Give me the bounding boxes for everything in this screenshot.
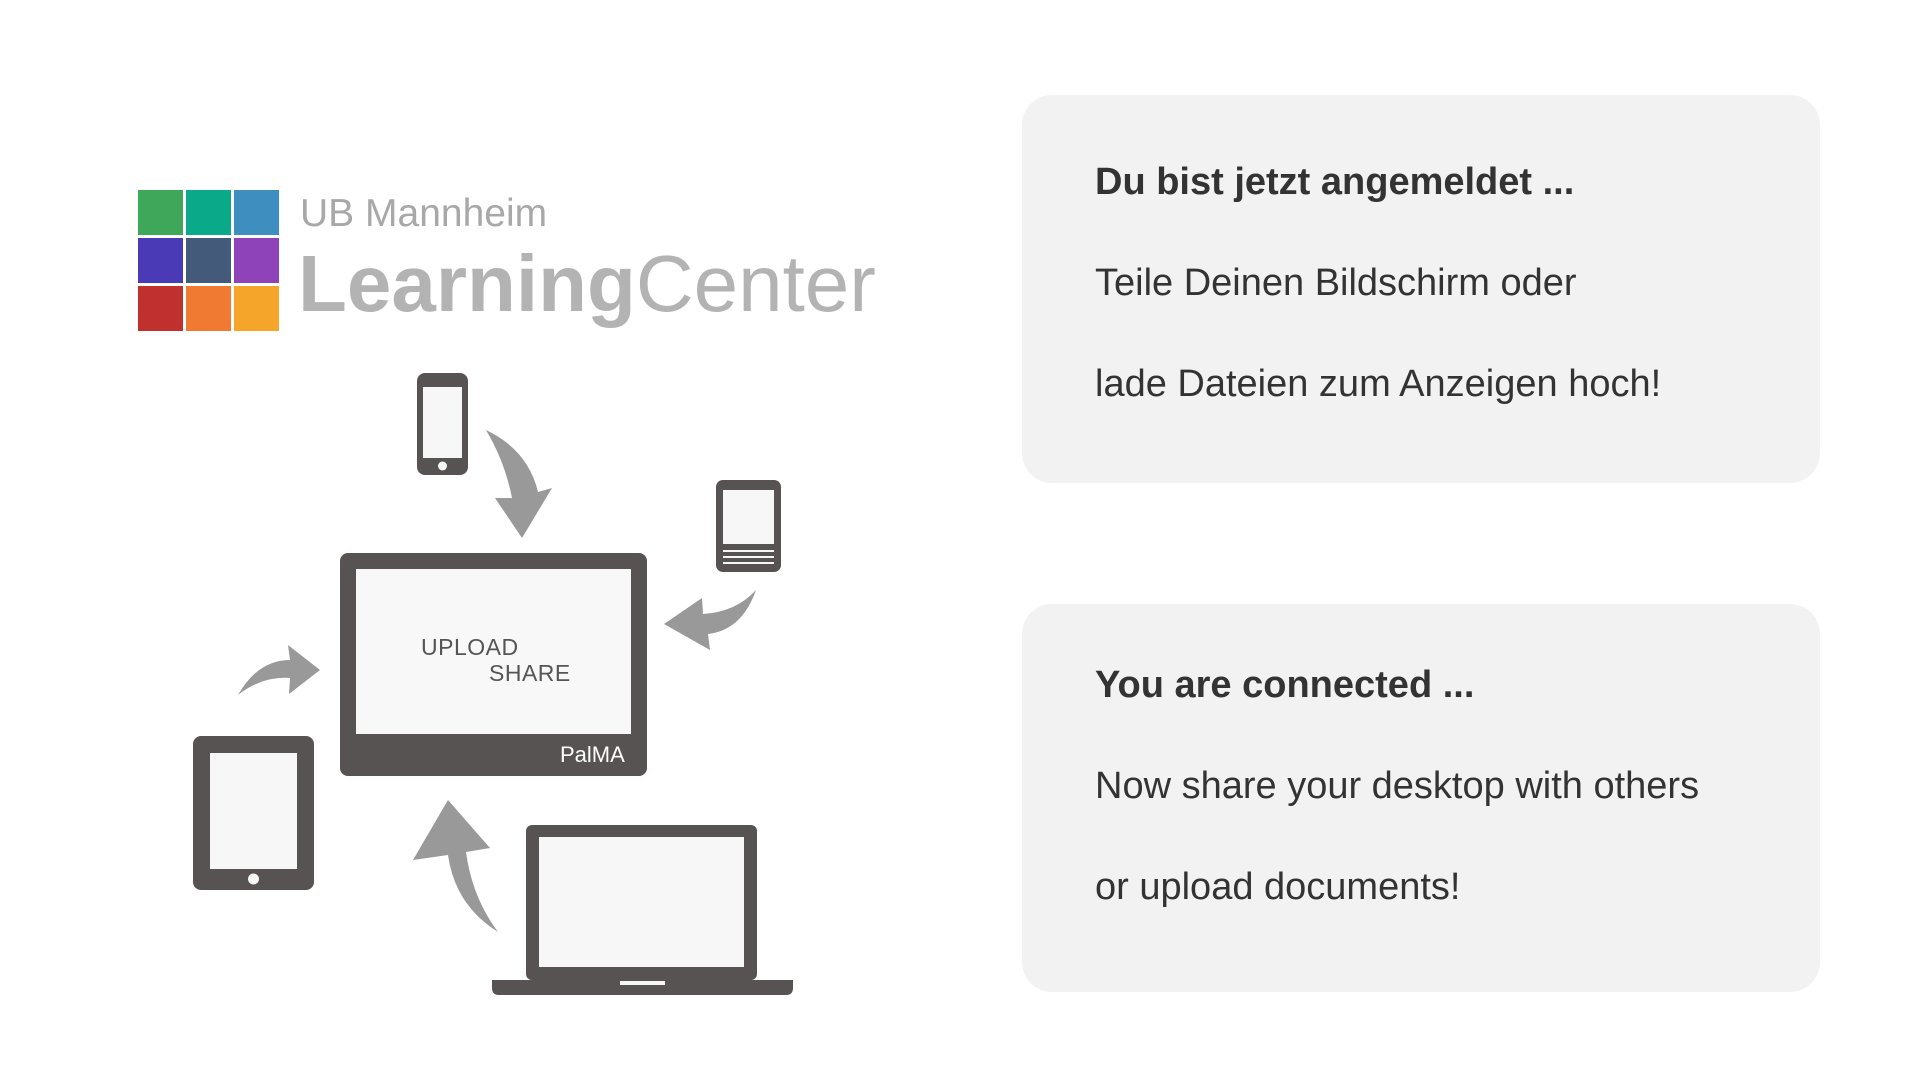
palma-start-screen: UB Mannheim LearningCenter UPLOAD SHARE …	[0, 0, 1920, 1080]
german-card-title: Du bist jetzt angemeldet ...	[1095, 161, 1575, 203]
palma-brand-label: PalMA	[560, 742, 625, 767]
german-card-line-1: Teile Deinen Bildschirm oder	[1095, 262, 1577, 304]
english-message-card: You are connected ... Now share your des…	[1022, 604, 1820, 992]
english-card-line-1: Now share your desktop with others	[1095, 765, 1700, 807]
upload-label: UPLOAD	[421, 634, 519, 660]
arrow-ereader-to-monitor-icon	[664, 590, 756, 650]
arrow-phone-to-monitor-icon	[486, 430, 552, 538]
share-label: SHARE	[489, 660, 571, 686]
laptop-icon	[492, 825, 793, 995]
english-card-line-2: or upload documents!	[1095, 866, 1461, 908]
smartphone-icon	[417, 373, 468, 475]
ereader-icon	[716, 480, 781, 572]
german-card-line-2: lade Dateien zum Anzeigen hoch!	[1095, 363, 1662, 405]
arrow-tablet-to-monitor-icon	[238, 645, 320, 695]
arrow-laptop-to-monitor-icon	[413, 800, 498, 932]
tablet-icon	[193, 736, 314, 890]
german-message-card: Du bist jetzt angemeldet ... Teile Deine…	[1022, 95, 1820, 483]
english-card-title: You are connected ...	[1095, 664, 1475, 706]
